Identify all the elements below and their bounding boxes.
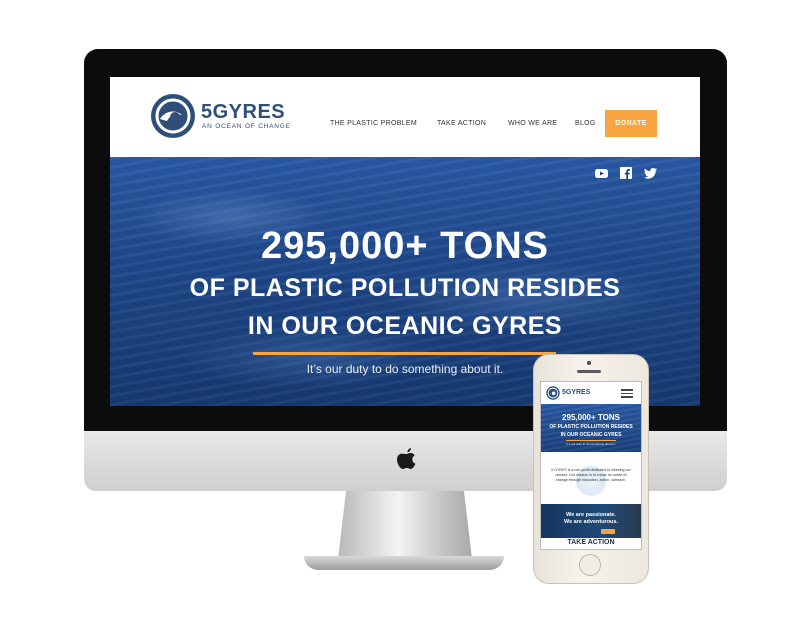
mobile-hero-subtitle: It’s our duty to do something about it. xyxy=(566,442,616,446)
logo-wave-icon[interactable] xyxy=(150,93,196,139)
apple-logo-icon xyxy=(397,448,416,469)
nav-who-we-are[interactable]: WHO WE ARE xyxy=(508,120,557,127)
logo-tagline: AN OCEAN OF CHANGE xyxy=(202,123,291,130)
donate-button[interactable]: DONATE xyxy=(605,110,657,137)
mobile-about-text: 5 GYRES is a non-profit dedicated to cle… xyxy=(551,468,631,482)
mobile-passion-band: We are passionate. We are adventurous. xyxy=(541,504,641,538)
mobile-band-button[interactable] xyxy=(601,529,615,534)
site-header: 5GYRES AN OCEAN OF CHANGE THE PLASTIC PR… xyxy=(110,77,700,157)
band-line-1: We are passionate. xyxy=(566,512,616,518)
facebook-icon[interactable] xyxy=(620,167,633,179)
mobile-hero: 295,000+ TONS OF PLASTIC POLLUTION RESID… xyxy=(541,404,641,452)
mobile-hero-divider xyxy=(566,440,616,441)
nav-take-action[interactable]: TAKE ACTION xyxy=(437,120,486,127)
phone-camera xyxy=(587,361,591,365)
mobile-logo-name[interactable]: 5GYRES xyxy=(562,389,590,396)
imac-stand-base xyxy=(304,556,504,570)
phone-home-button[interactable] xyxy=(579,554,601,576)
mobile-header: 5GYRES xyxy=(541,382,641,404)
nav-blog[interactable]: BLOG xyxy=(575,120,596,127)
mobile-screen: 5GYRES 295,000+ TONS OF PLASTIC POLLUTIO… xyxy=(540,381,642,550)
mobile-hero-headline: 295,000+ TONS xyxy=(562,413,620,422)
hero-headline-line2: OF PLASTIC POLLUTION RESIDES xyxy=(189,274,621,302)
mobile-take-action-heading: TAKE ACTION xyxy=(567,539,615,546)
mobile-hero-line3: IN OUR OCEANIC GYRES xyxy=(560,432,622,438)
hero-divider xyxy=(253,352,556,355)
nav-the-plastic-problem[interactable]: THE PLASTIC PROBLEM xyxy=(330,120,417,127)
twitter-icon[interactable] xyxy=(644,167,657,179)
hamburger-menu-icon[interactable] xyxy=(621,389,633,398)
youtube-icon[interactable] xyxy=(595,167,608,179)
imac-stand xyxy=(338,491,472,559)
logo-name[interactable]: 5GYRES xyxy=(201,101,285,124)
hero-headline: 295,000+ TONS xyxy=(261,225,549,267)
mobile-hero-line2: OF PLASTIC POLLUTION RESIDES xyxy=(549,424,633,430)
band-line-2: We are adventurous. xyxy=(564,519,618,525)
mobile-band-text: We are passionate. We are adventurous. xyxy=(541,512,641,526)
phone-earpiece xyxy=(577,370,601,373)
mobile-logo-icon[interactable] xyxy=(546,386,560,400)
hero-headline-line3: IN OUR OCEANIC GYRES xyxy=(247,312,563,340)
mobile-about-section: 5 GYRES is a non-profit dedicated to cle… xyxy=(541,452,641,504)
